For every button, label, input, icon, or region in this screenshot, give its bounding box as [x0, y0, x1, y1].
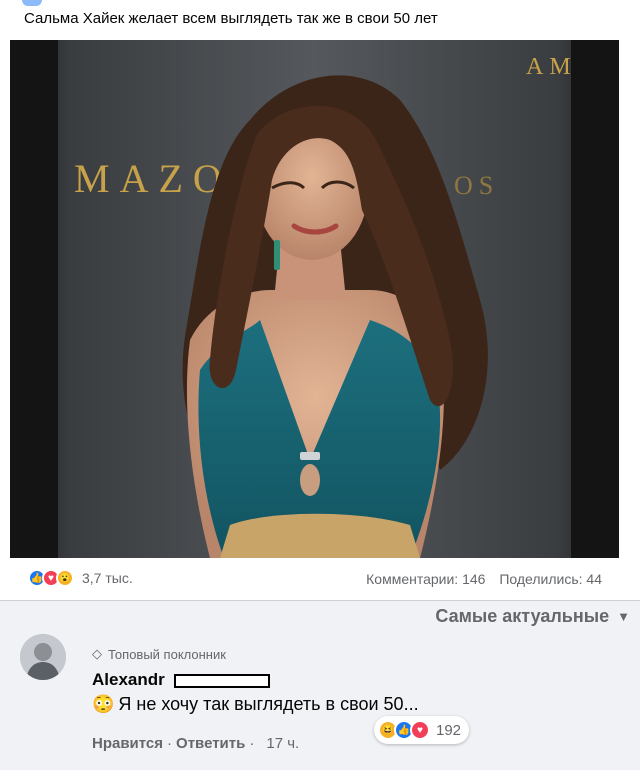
comment-actions: Нравится · Ответить · 17 ч.: [92, 735, 299, 752]
separator-dot: ·: [167, 735, 173, 752]
post-counters: Комментарии: 146 Поделились: 44: [356, 571, 602, 587]
post-text: Сальма Хайек желает всем выглядеть так ж…: [24, 10, 438, 27]
backdrop-text-left2: OS: [454, 171, 499, 200]
flushed-emoji-icon: 😳: [92, 694, 115, 714]
diamond-icon: ◇: [92, 646, 102, 661]
avatar[interactable]: [20, 634, 66, 680]
chevron-down-icon: ▼: [617, 609, 630, 624]
reply-comment-link[interactable]: Ответить: [176, 735, 245, 752]
comment-author[interactable]: Alexandr: [92, 670, 165, 690]
shares-count-link[interactable]: Поделились: 44: [499, 571, 602, 587]
like-comment-link[interactable]: Нравится: [92, 735, 163, 752]
comment-reaction-count: 192: [436, 721, 462, 739]
reaction-count: 3,7 тыс.: [82, 570, 133, 586]
wow-icon: 😮: [56, 569, 74, 587]
comment-reactions[interactable]: 😆 👍 ♥ 192: [374, 716, 470, 744]
comment-body: Я не хочу так выглядеть в свои 50...: [118, 694, 419, 714]
comment-time[interactable]: 17 ч.: [266, 735, 299, 752]
post-stats: 👍 ♥ 😮 3,7 тыс. Комментарии: 146 Поделили…: [0, 562, 640, 594]
top-fan-label: Топовый поклонник: [108, 646, 226, 662]
avatar-image: [20, 634, 66, 680]
photo-illustration: MAZO OS AM: [10, 40, 619, 558]
reactions-summary[interactable]: 👍 ♥ 😮 3,7 тыс.: [28, 568, 133, 588]
separator-dot: ·: [249, 735, 255, 752]
sort-label: Самые актуальные: [435, 606, 610, 626]
comment-bubble: ◇ Топовый поклонник Alexandr 😳 Я не хочу…: [76, 632, 486, 726]
divider: [0, 600, 640, 601]
post-card: Сальма Хайек желает всем выглядеть так ж…: [0, 0, 640, 600]
top-fan-badge: ◇ Топовый поклонник: [92, 646, 226, 662]
comment-sort-dropdown[interactable]: Самые актуальные ▼: [435, 606, 630, 627]
comment-text: 😳 Я не хочу так выглядеть в свои 50...: [92, 694, 419, 715]
backdrop-text-right: AM: [526, 54, 577, 80]
love-icon: ♥: [410, 720, 430, 740]
redacted-surname: [174, 674, 270, 688]
comments-count-link[interactable]: Комментарии: 146: [366, 571, 485, 587]
post-photo[interactable]: MAZO OS AM: [10, 40, 619, 558]
backdrop-text-left: MAZO: [74, 156, 232, 201]
post-header-edge: [22, 0, 42, 6]
